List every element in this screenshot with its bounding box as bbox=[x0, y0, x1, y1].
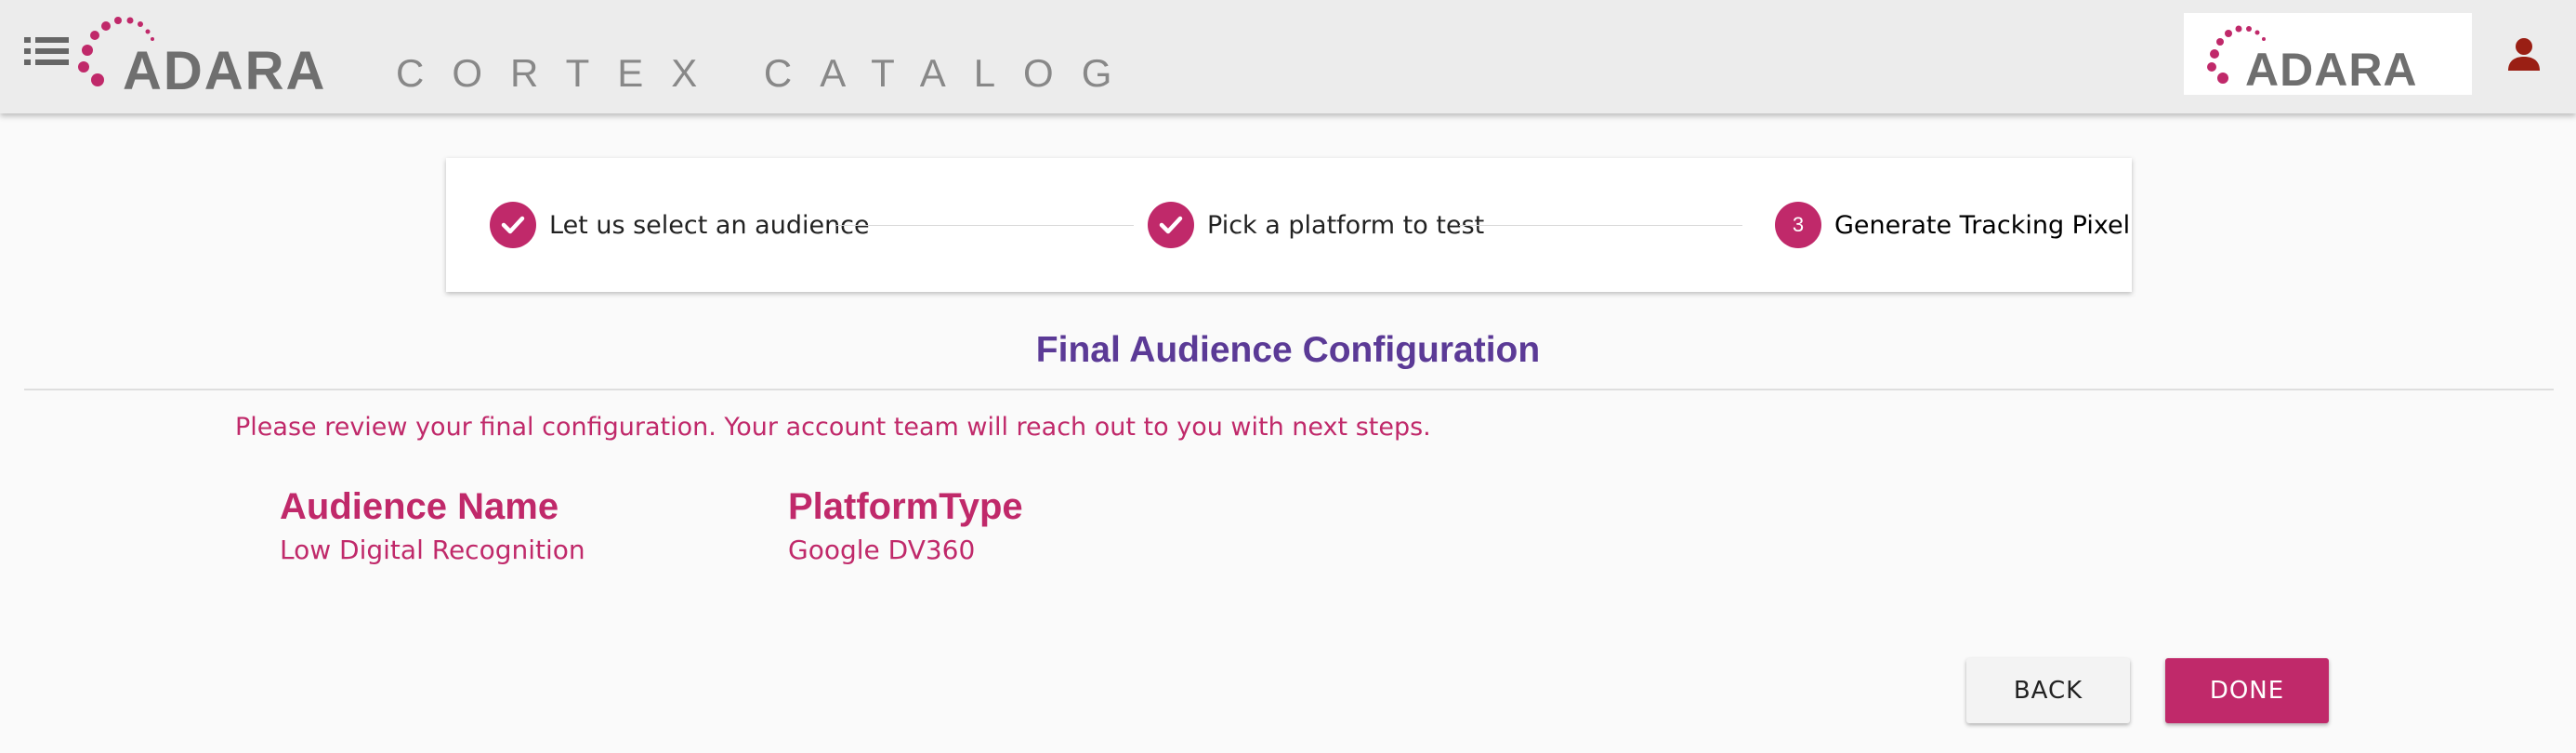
step-label: Generate Tracking Pixel bbox=[1834, 210, 2131, 240]
menu-icon[interactable] bbox=[24, 35, 69, 74]
step-number-badge: 3 bbox=[1775, 202, 1821, 248]
step-select-audience[interactable]: Let us select an audience bbox=[490, 202, 870, 248]
adara-logo[interactable]: ADARA bbox=[76, 9, 364, 101]
field-label: Audience Name bbox=[280, 486, 559, 527]
product-name: CORTEX CATALOG bbox=[396, 51, 1140, 95]
field-value: Low Digital Recognition bbox=[280, 535, 585, 565]
done-button[interactable]: DONE bbox=[2165, 658, 2329, 723]
step-pick-platform[interactable]: Pick a platform to test bbox=[1148, 202, 1484, 248]
audience-name-field: Audience Name Low Digital Recognition bbox=[280, 483, 585, 571]
step-label: Pick a platform to test bbox=[1207, 210, 1485, 240]
page-title: Final Audience Configuration bbox=[1035, 330, 1541, 370]
platform-type-field: PlatformType Google DV360 bbox=[788, 483, 1023, 571]
step-connector bbox=[1459, 225, 1742, 226]
brand-text: ADARA bbox=[123, 41, 326, 95]
field-value: Google DV360 bbox=[788, 535, 976, 565]
divider bbox=[24, 389, 2554, 390]
step-label: Let us select an audience bbox=[549, 210, 870, 240]
check-icon bbox=[1148, 202, 1194, 248]
brand-text-right: ADARA bbox=[2245, 44, 2418, 95]
intro-text: Please review your final configuration. … bbox=[235, 413, 1431, 442]
step-connector bbox=[836, 225, 1134, 226]
progress-stepper: Let us select an audience Pick a platfor… bbox=[446, 158, 2132, 292]
check-icon bbox=[490, 202, 536, 248]
top-app-bar: ADARA CORTEX CATALOG ADARA bbox=[0, 0, 2576, 113]
back-button[interactable]: BACK bbox=[1966, 658, 2130, 723]
field-label: PlatformType bbox=[788, 486, 1023, 527]
step-generate-pixel[interactable]: 3 Generate Tracking Pixel bbox=[1775, 202, 2130, 248]
adara-logo-right: ADARA bbox=[2184, 13, 2472, 96]
user-account-icon[interactable] bbox=[2504, 33, 2544, 74]
